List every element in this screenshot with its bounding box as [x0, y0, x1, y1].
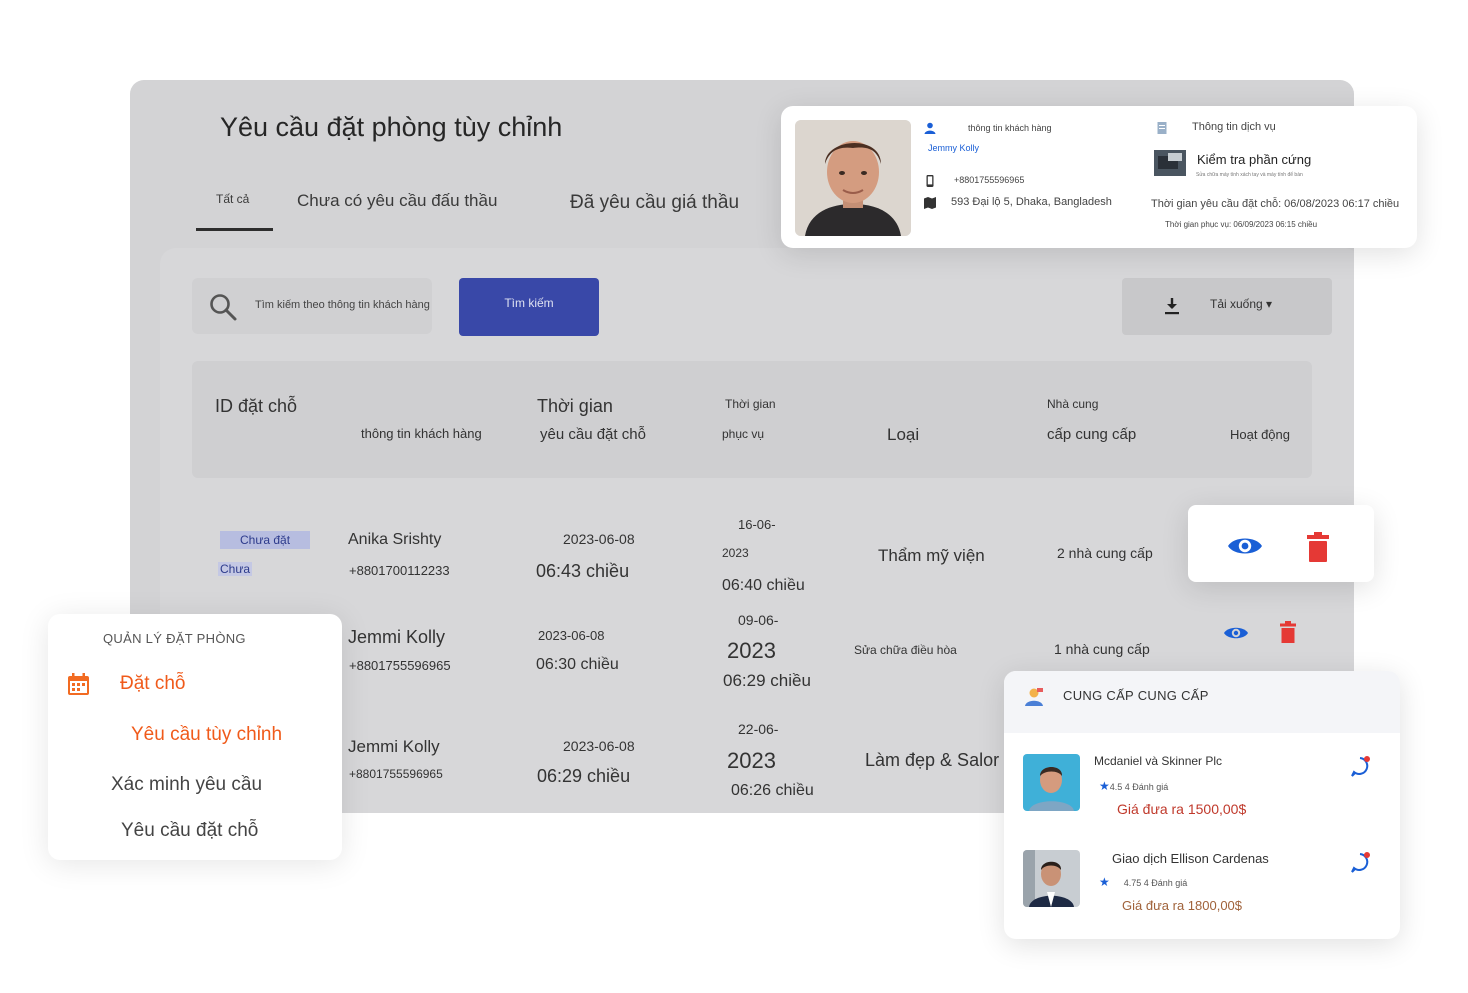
tab-no-bid-request[interactable]: Chưa có yêu cầu đấu thầu	[297, 191, 497, 211]
view-icon[interactable]	[1227, 534, 1263, 558]
service-type: Sửa chữa điều hòa	[854, 643, 957, 657]
search-button[interactable]: Tìm kiếm	[459, 278, 599, 336]
supplier-icon	[1025, 688, 1043, 706]
customer-name[interactable]: Jemmy Kolly	[928, 143, 979, 153]
request-date: 2023-06-08	[563, 738, 635, 754]
request-date: 2023-06-08	[538, 628, 605, 643]
request-time: 06:43 chiều	[536, 561, 630, 581]
supplier-avatar	[1023, 754, 1080, 811]
request-time: 06:30 chiều	[536, 656, 619, 673]
search-input[interactable]: Tìm kiếm theo thông tin khách hàng	[192, 278, 432, 334]
row-actions-card	[1188, 505, 1374, 582]
supplier-rating: ★4.5 4 Đánh giá	[1099, 779, 1169, 793]
service-thumbnail	[1154, 150, 1186, 176]
table-header	[192, 361, 1312, 478]
customer-phone: +8801755596965	[349, 767, 443, 781]
customer-phone: +8801700112233	[349, 563, 450, 578]
map-icon	[924, 197, 936, 209]
chat-icon[interactable]	[1349, 851, 1371, 873]
delete-icon[interactable]	[1307, 532, 1329, 562]
service-time: 06:40 chiều	[722, 577, 805, 594]
user-icon	[924, 122, 936, 134]
th-type: Loại	[887, 425, 920, 444]
service-time-text: Thời gian phục vụ: 06/09/2023 06:15 chiề…	[1165, 220, 1318, 229]
page-title: Yêu cầu đặt phòng tùy chỉnh	[220, 112, 563, 142]
menu-item-bookings[interactable]: Đặt chỗ	[120, 673, 185, 695]
request-date: 2023-06-08	[563, 531, 635, 547]
download-label: Tải xuống ▾	[1210, 297, 1273, 311]
booking-management-menu: QUẢN LÝ ĐẶT PHÒNG Đặt chỗ Yêu cầu tùy ch…	[48, 614, 342, 860]
service-time: 06:26 chiều	[731, 782, 814, 799]
search-placeholder: Tìm kiếm theo thông tin khách hàng	[255, 299, 430, 311]
service-name: Kiểm tra phần cứng	[1197, 152, 1312, 167]
th-booking-id: ID đặt chỗ	[215, 396, 298, 416]
download-icon	[1165, 298, 1179, 315]
service-type: Làm đẹp & Salor	[865, 750, 1000, 770]
active-tab-indicator	[196, 228, 273, 231]
customer-phone: +8801755596965	[954, 175, 1025, 185]
menu-item-booking-requests[interactable]: Yêu cầu đặt chỗ	[121, 820, 258, 842]
th-supplier-2: cấp cung cấp	[1047, 426, 1137, 443]
star-icon: ★	[1099, 779, 1110, 793]
th-supplier-1: Nhà cung	[1047, 397, 1099, 411]
supplier-avatar	[1023, 850, 1080, 907]
customer-section-label: thông tin khách hàng	[968, 123, 1052, 133]
th-service-time-2: phục vụ	[722, 427, 765, 441]
request-time: 06:29 chiều	[537, 766, 631, 786]
customer-name: Jemmi Kolly	[348, 737, 440, 756]
th-request-time-1: Thời gian	[537, 396, 613, 416]
th-service-time-1: Thời gian	[725, 397, 776, 411]
service-year: 2023	[722, 546, 749, 560]
menu-item-custom-requests[interactable]: Yêu cầu tùy chỉnh	[131, 724, 282, 746]
tab-all[interactable]: Tất cả	[216, 192, 249, 206]
service-date: 16-06-	[738, 517, 776, 532]
view-icon[interactable]	[1223, 624, 1249, 642]
calendar-icon	[68, 673, 89, 695]
supplier-name: Mcdaniel và Skinner Plc	[1094, 754, 1223, 768]
download-button[interactable]: Tải xuống ▾	[1122, 278, 1332, 335]
service-year: 2023	[727, 638, 776, 663]
supplier-count[interactable]: 2 nhà cung cấp	[1057, 545, 1153, 561]
supplier-name: Giao dịch Ellison Cardenas	[1112, 851, 1269, 866]
status-sub-badge: Chưa	[218, 562, 253, 576]
service-description: Sửa chữa máy tính xách tay và máy tính đ…	[1196, 172, 1303, 178]
service-year: 2023	[727, 748, 776, 773]
customer-avatar	[795, 120, 911, 236]
customer-name: Anika Srishty	[348, 531, 442, 548]
supplier-rating: ★ 4.75 4 Đánh giá	[1099, 875, 1188, 889]
star-icon: ★	[1099, 875, 1110, 889]
customer-name: Jemmi Kolly	[348, 627, 446, 647]
delete-icon[interactable]	[1280, 621, 1296, 643]
document-icon	[1157, 122, 1167, 134]
request-time-text: Thời gian yêu cầu đặt chỗ: 06/08/2023 06…	[1151, 198, 1400, 210]
tab-bid-requested[interactable]: Đã yêu cầu giá thầu	[570, 192, 739, 214]
service-type: Thẩm mỹ viện	[878, 546, 985, 565]
search-icon	[210, 294, 237, 321]
chat-icon[interactable]	[1349, 755, 1371, 777]
supplier-card: CUNG CẤP CUNG CẤP Mcdaniel và Skinner Pl…	[1004, 671, 1400, 939]
supplier-count[interactable]: 1 nhà cung cấp	[1054, 641, 1150, 657]
service-section-label: Thông tin dịch vụ	[1192, 121, 1276, 133]
service-date: 09-06-	[738, 612, 779, 628]
status-badge: Chưa đặt	[220, 531, 311, 549]
supplier-offer: Giá đưa ra 1500,00$	[1117, 801, 1247, 817]
customer-address: 593 Đại lộ 5, Dhaka, Bangladesh	[951, 196, 1112, 208]
supplier-card-title: CUNG CẤP CUNG CẤP	[1063, 688, 1209, 703]
menu-title: QUẢN LÝ ĐẶT PHÒNG	[103, 631, 246, 646]
menu-item-verify-requests[interactable]: Xác minh yêu cầu	[111, 774, 262, 796]
th-actions: Hoạt động	[1230, 427, 1290, 442]
th-customer-info: thông tin khách hàng	[361, 426, 482, 441]
supplier-offer: Giá đưa ra 1800,00$	[1122, 898, 1243, 913]
customer-info-card: thông tin khách hàng Jemmy Kolly +880175…	[781, 106, 1417, 248]
service-time: 06:29 chiều	[723, 671, 811, 690]
customer-phone: +8801755596965	[349, 658, 451, 673]
th-request-time-2: yêu cầu đặt chỗ	[540, 426, 646, 443]
service-date: 22-06-	[738, 721, 779, 737]
phone-icon	[926, 175, 934, 187]
